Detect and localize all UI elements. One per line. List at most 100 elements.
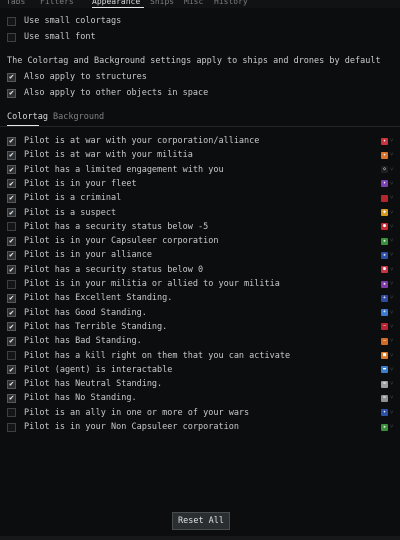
colortag-checkbox[interactable]: ✔ xyxy=(7,265,16,275)
colortag-row[interactable]: ✔ Pilot is in your Capsuleer corporation xyxy=(7,235,218,247)
colortag-checkbox[interactable]: ✔ xyxy=(7,365,16,375)
chevron-down-icon[interactable]: ˅ xyxy=(390,395,395,401)
colortag-icon[interactable]: = xyxy=(381,394,388,402)
colortag-icon[interactable]: ◇ xyxy=(381,166,388,174)
chevron-down-icon[interactable]: ˅ xyxy=(390,138,395,144)
chevron-down-icon[interactable]: ˅ xyxy=(390,195,395,201)
colortag-icon[interactable]: ✦ xyxy=(381,409,388,417)
colortag-row[interactable]: ✔ Pilot is in your alliance xyxy=(7,249,152,261)
colortag-checkbox[interactable]: ✔ xyxy=(7,150,16,160)
colortag-row[interactable]: ✔ Pilot is at war with your militia xyxy=(7,149,193,161)
colortag-checkbox[interactable]: ✔ xyxy=(7,322,16,332)
colortag-icon[interactable]: ● xyxy=(381,266,388,274)
colortag-row[interactable]: ✔ Pilot has Excellent Standing. xyxy=(7,292,172,304)
apply-structures-option[interactable]: ✔ Also apply to structures xyxy=(7,71,147,83)
chevron-down-icon[interactable]: ˅ xyxy=(390,281,395,287)
colortag-icon[interactable]: + xyxy=(381,309,388,317)
colortag-checkbox[interactable] xyxy=(7,222,16,232)
colortag-icon[interactable] xyxy=(381,194,388,202)
colortag-checkbox[interactable]: ✔ xyxy=(7,379,16,389)
colortag-icon[interactable]: ★ xyxy=(381,237,388,245)
colortag-checkbox[interactable] xyxy=(7,351,16,360)
colortag-row[interactable]: ✔ Pilot has Good Standing. xyxy=(7,307,147,319)
chevron-down-icon[interactable]: ˅ xyxy=(390,338,395,344)
apply-structures-checkbox[interactable]: ✔ xyxy=(7,72,16,82)
colortag-checkbox[interactable]: ✔ xyxy=(7,250,16,260)
colortag-icon[interactable]: ★ xyxy=(381,423,388,431)
colortag-checkbox[interactable]: ✔ xyxy=(7,308,16,318)
colortag-checkbox[interactable]: ✔ xyxy=(7,336,16,346)
chevron-down-icon[interactable]: ˅ xyxy=(390,409,395,415)
colortag-checkbox[interactable]: ✔ xyxy=(7,193,16,203)
colortag-icon[interactable]: ✦ xyxy=(381,151,388,159)
colortag-row[interactable]: ✔ Pilot has Neutral Standing. xyxy=(7,378,162,390)
use-small-colortags-checkbox[interactable] xyxy=(7,16,16,26)
colortag-checkbox[interactable]: ✔ xyxy=(7,393,16,403)
colortag-checkbox[interactable]: ✔ xyxy=(7,293,16,303)
colortag-row[interactable]: Pilot has a kill right on them that you … xyxy=(7,350,290,362)
tab-background[interactable]: Background xyxy=(53,112,104,122)
chevron-down-icon[interactable]: ˅ xyxy=(390,252,395,258)
colortag-checkbox[interactable]: ✔ xyxy=(7,208,16,217)
chevron-down-icon[interactable]: ˅ xyxy=(390,180,395,186)
colortag-checkbox[interactable]: ✔ xyxy=(7,236,16,246)
colortag-checkbox[interactable] xyxy=(7,279,16,289)
chevron-down-icon[interactable]: ˅ xyxy=(390,352,395,358)
colortag-row[interactable]: ✔ Pilot is a suspect xyxy=(7,207,116,219)
chevron-down-icon[interactable]: ˅ xyxy=(390,238,395,244)
colortag-checkbox[interactable]: ✔ xyxy=(7,179,16,189)
apply-other-objects-checkbox[interactable]: ✔ xyxy=(7,88,16,98)
chevron-down-icon[interactable]: ˅ xyxy=(390,152,395,158)
colortag-row[interactable]: ✔ Pilot (agent) is interactable xyxy=(7,364,172,376)
chevron-down-icon[interactable]: ˅ xyxy=(390,309,395,315)
colortag-row[interactable]: Pilot is in your Non Capsuleer corporati… xyxy=(7,421,239,433)
chevron-down-icon[interactable]: ˅ xyxy=(390,366,395,372)
colortag-row[interactable]: ✔ Pilot has Terrible Standing. xyxy=(7,321,167,333)
top-tab-filters[interactable]: Filters xyxy=(40,0,74,8)
colortag-icon[interactable]: ★ xyxy=(381,280,388,288)
colortag-checkbox[interactable] xyxy=(7,422,16,432)
colortag-icon[interactable]: = xyxy=(381,380,388,388)
colortag-icon[interactable]: − xyxy=(381,337,388,345)
tab-colortag[interactable]: Colortag xyxy=(7,112,48,122)
top-tab-misc[interactable]: Misc xyxy=(184,0,203,8)
chevron-down-icon[interactable]: ˅ xyxy=(390,323,395,329)
colortag-row[interactable]: ✔ Pilot has a security status below 0 xyxy=(7,264,203,276)
colortag-icon[interactable]: ■ xyxy=(381,352,388,359)
chevron-down-icon[interactable]: ˅ xyxy=(390,266,395,272)
colortag-icon[interactable]: ✦ xyxy=(381,180,388,188)
top-tab-ships[interactable]: Ships xyxy=(150,0,174,8)
colortag-icon[interactable]: + xyxy=(381,294,388,302)
use-small-colortags-option[interactable]: Use small colortags xyxy=(7,15,121,27)
chevron-down-icon[interactable]: ˅ xyxy=(390,295,395,301)
colortag-checkbox[interactable] xyxy=(7,408,16,418)
colortag-row[interactable]: ✔ Pilot has a limited engagement with you xyxy=(7,164,224,176)
colortag-row[interactable]: ✔ Pilot is a criminal xyxy=(7,192,121,204)
colortag-checkbox[interactable]: ✔ xyxy=(7,136,16,146)
top-tab-history[interactable]: History xyxy=(214,0,248,8)
colortag-icon[interactable]: ✦ xyxy=(381,137,388,145)
colortag-row[interactable]: ✔ Pilot has No Standing. xyxy=(7,392,137,404)
chevron-down-icon[interactable]: ˅ xyxy=(390,424,395,430)
colortag-icon[interactable]: − xyxy=(381,323,388,331)
colortag-row[interactable]: Pilot is in your militia or allied to yo… xyxy=(7,278,280,290)
colortag-row[interactable]: Pilot is an ally in one or more of your … xyxy=(7,407,249,419)
colortag-icon[interactable]: ● xyxy=(381,223,388,231)
use-small-font-option[interactable]: Use small font xyxy=(7,31,96,43)
colortag-row[interactable]: ✔ Pilot is at war with your corporation/a… xyxy=(7,135,259,147)
reset-all-button[interactable]: Reset All xyxy=(172,512,230,530)
colortag-checkbox[interactable]: ✔ xyxy=(7,165,16,175)
apply-other-objects-option[interactable]: ✔ Also apply to other objects in space xyxy=(7,87,208,99)
colortag-icon[interactable]: ▬ xyxy=(381,366,388,374)
colortag-row[interactable]: ✔ Pilot has Bad Standing. xyxy=(7,335,142,347)
chevron-down-icon[interactable]: ˅ xyxy=(390,209,395,215)
colortag-icon[interactable]: ★ xyxy=(381,251,388,259)
colortag-row[interactable]: ✔ Pilot is in your fleet xyxy=(7,178,137,190)
top-tab-tabs[interactable]: Tabs xyxy=(6,0,25,8)
use-small-font-checkbox[interactable] xyxy=(7,32,16,42)
chevron-down-icon[interactable]: ˅ xyxy=(390,381,395,387)
colortag-icon[interactable]: ◆ xyxy=(381,209,388,216)
chevron-down-icon[interactable]: ˅ xyxy=(390,166,395,172)
chevron-down-icon[interactable]: ˅ xyxy=(390,223,395,229)
colortag-row[interactable]: Pilot has a security status below -5 xyxy=(7,221,208,233)
